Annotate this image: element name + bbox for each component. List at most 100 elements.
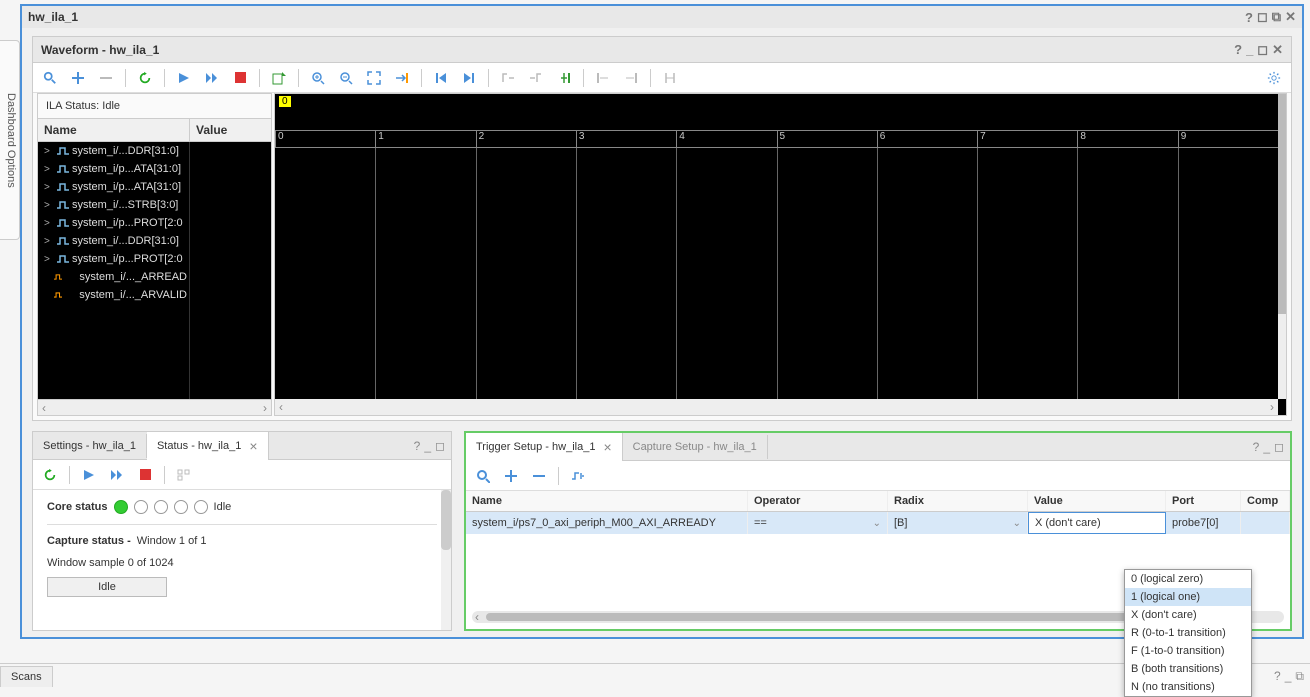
value-dropdown[interactable]: 0 (logical zero)1 (logical one)X (don't … [1124,569,1252,697]
col-radix[interactable]: Radix [888,491,1028,511]
maximize-icon[interactable]: ◻ [1257,42,1268,58]
tab-capture-setup[interactable]: Capture Setup - hw_ila_1 [623,435,768,459]
help-icon[interactable]: ? [1253,440,1260,454]
waveform-vscroll[interactable] [1278,94,1286,399]
col-name[interactable]: Name [466,491,748,511]
cell-operator[interactable]: ==⌄ [748,512,888,534]
tab-trigger-setup[interactable]: Trigger Setup - hw_ila_1× [466,433,623,461]
expand-icon[interactable]: > [44,164,54,175]
maximize-icon[interactable]: ⧉ [1272,9,1281,25]
remove-icon[interactable] [93,65,119,91]
dashboard-options-tab[interactable]: Dashboard Options [0,40,20,240]
close-icon[interactable]: ✕ [1285,9,1296,25]
tab-status[interactable]: Status - hw_ila_1× [147,432,269,460]
popout-icon[interactable]: ⧉ [1295,669,1304,684]
help-icon[interactable]: ? [1245,10,1253,25]
expand-icon[interactable]: > [44,236,54,247]
cell-comp[interactable] [1241,512,1290,534]
zoom-fit-icon[interactable] [361,65,387,91]
restore-icon[interactable]: ◻ [1257,9,1268,25]
stop-icon[interactable] [227,65,253,91]
chevron-down-icon[interactable]: ⌄ [873,518,881,529]
cell-radix[interactable]: [B]⌄ [888,512,1028,534]
play-icon[interactable] [76,462,102,488]
help-icon[interactable]: ? [1274,669,1281,684]
dropdown-option[interactable]: 0 (logical zero) [1125,570,1251,588]
next-edge-icon[interactable] [523,65,549,91]
zoom-in-icon[interactable] [305,65,331,91]
dropdown-option[interactable]: 1 (logical one) [1125,588,1251,606]
idle-button[interactable]: Idle [47,577,167,597]
signal-row[interactable]: system_i/..._ARREAD [38,268,189,286]
expand-icon[interactable]: > [44,182,54,193]
group-icon[interactable] [171,462,197,488]
expand-icon[interactable]: > [44,146,54,157]
cell-port[interactable]: probe7[0] [1166,512,1241,534]
col-value[interactable]: Value [190,119,271,141]
dropdown-option[interactable]: X (don't care) [1125,606,1251,624]
add-icon[interactable] [498,463,524,489]
signal-row[interactable]: >system_i/p...PROT[2:0 [38,214,189,232]
signal-row[interactable]: >system_i/...DDR[31:0] [38,142,189,160]
add-icon[interactable] [65,65,91,91]
next-icon[interactable] [456,65,482,91]
dropdown-option[interactable]: B (both transitions) [1125,660,1251,678]
stop-icon[interactable] [132,462,158,488]
expand-icon[interactable]: > [44,254,54,265]
waveform-tree-scrollbar[interactable]: ‹› [38,399,271,415]
cell-name[interactable]: system_i/ps7_0_axi_periph_M00_AXI_ARREAD… [466,512,748,534]
play-icon[interactable] [171,65,197,91]
waveform-tree[interactable]: >system_i/...DDR[31:0]>system_i/p...ATA[… [38,142,271,399]
close-tab-icon[interactable]: × [249,438,257,454]
tab-settings[interactable]: Settings - hw_ila_1 [33,434,147,458]
signal-row[interactable]: >system_i/...DDR[31:0] [38,232,189,250]
trigger-table-row[interactable]: system_i/ps7_0_axi_periph_M00_AXI_ARREAD… [466,512,1290,534]
settings-icon[interactable] [1261,65,1287,91]
trigger-condition-icon[interactable] [565,463,591,489]
maximize-icon[interactable]: ◻ [1274,440,1284,454]
minimize-icon[interactable]: _ [424,439,431,453]
refresh-icon[interactable] [37,462,63,488]
signal-row[interactable]: >system_i/p...ATA[31:0] [38,160,189,178]
prev-marker-icon[interactable] [590,65,616,91]
swap-icon[interactable] [657,65,683,91]
minimize-icon[interactable]: _ [1263,440,1270,454]
col-operator[interactable]: Operator [748,491,888,511]
maximize-icon[interactable]: ◻ [435,439,445,453]
help-icon[interactable]: ? [1234,42,1242,57]
minimize-icon[interactable]: _ [1246,42,1253,57]
remove-icon[interactable] [526,463,552,489]
footer-tab-scans[interactable]: Scans [0,666,53,687]
zoom-out-icon[interactable] [333,65,359,91]
expand-icon[interactable]: > [44,218,54,229]
expand-icon[interactable]: > [44,200,54,211]
close-tab-icon[interactable]: × [603,439,611,455]
col-name[interactable]: Name [38,119,190,141]
signal-row[interactable]: >system_i/p...PROT[2:0 [38,250,189,268]
waveform-ruler[interactable]: 0123456789 [275,130,1278,148]
waveform-canvas[interactable]: 0 0123456789 ‹› [274,93,1287,416]
status-vscroll[interactable] [441,490,451,630]
signal-row[interactable]: system_i/..._ARVALID [38,286,189,304]
waveform-hscroll[interactable]: ‹› [275,399,1278,415]
next-marker-icon[interactable] [618,65,644,91]
prev-edge-icon[interactable] [495,65,521,91]
col-port[interactable]: Port [1166,491,1241,511]
chevron-down-icon[interactable]: ⌄ [1013,518,1021,529]
search-icon[interactable] [470,463,496,489]
waveform-marker[interactable]: 0 [279,96,291,107]
col-value[interactable]: Value [1028,491,1166,511]
fast-forward-icon[interactable] [104,462,130,488]
dropdown-option[interactable]: F (1-to-0 transition) [1125,642,1251,660]
cell-value[interactable]: X (don't care) [1028,512,1166,534]
help-icon[interactable]: ? [414,439,421,453]
minimize-icon[interactable]: _ [1285,669,1292,684]
refresh-icon[interactable] [132,65,158,91]
search-icon[interactable] [37,65,63,91]
export-icon[interactable] [266,65,292,91]
signal-row[interactable]: >system_i/p...ATA[31:0] [38,178,189,196]
dropdown-option[interactable]: N (no transitions) [1125,678,1251,696]
close-icon[interactable]: ✕ [1272,42,1283,58]
prev-icon[interactable] [428,65,454,91]
dropdown-option[interactable]: R (0-to-1 transition) [1125,624,1251,642]
